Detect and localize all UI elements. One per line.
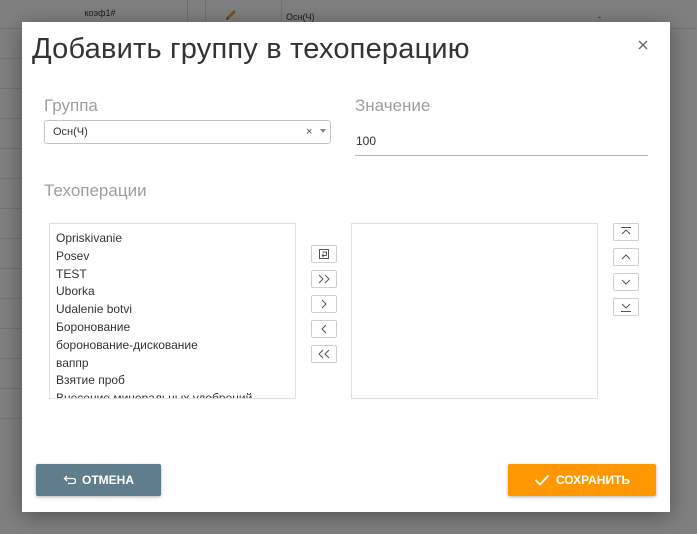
- group-label: Группа: [44, 96, 98, 115]
- reset-icon: [319, 249, 329, 259]
- list-item[interactable]: Opriskivanie: [56, 230, 252, 248]
- cancel-button-label: ОТМЕНА: [82, 473, 134, 487]
- selected-techops-list[interactable]: [351, 223, 598, 399]
- value-label: Значение: [355, 96, 431, 115]
- group-select[interactable]: Осн(Ч) ×: [44, 120, 331, 144]
- move-down-button[interactable]: [613, 273, 639, 291]
- move-top-button[interactable]: [613, 223, 639, 241]
- move-bottom-icon: [621, 303, 631, 312]
- available-techops-items: Opriskivanie Posev TEST Uborka Udalenie botv…: [56, 230, 252, 398]
- available-techops-list[interactable]: Opriskivanie Posev TEST Uborka Udalenie botv…: [49, 223, 296, 399]
- undo-arrow-icon: [63, 475, 77, 485]
- value-input[interactable]: [355, 126, 648, 156]
- list-item[interactable]: Внесение минеральных удобрений: [56, 390, 252, 398]
- move-top-icon: [621, 227, 631, 235]
- list-item[interactable]: Uborka: [56, 283, 252, 301]
- move-all-left-button[interactable]: [311, 345, 337, 363]
- clear-icon[interactable]: ×: [306, 127, 312, 138]
- list-item[interactable]: TEST: [56, 266, 252, 284]
- move-bottom-button[interactable]: [613, 298, 639, 316]
- check-icon: [534, 474, 550, 486]
- group-select-value: Осн(Ч): [53, 126, 88, 138]
- move-left-button[interactable]: [311, 320, 337, 338]
- add-group-dialog: Добавить группу в техоперацию Группа Осн…: [22, 22, 670, 512]
- list-item[interactable]: Posev: [56, 248, 252, 266]
- list-item[interactable]: ваппр: [56, 355, 252, 373]
- save-button-label: СОХРАНИТЬ: [555, 473, 631, 487]
- save-button[interactable]: СОХРАНИТЬ: [508, 464, 656, 496]
- list-item[interactable]: Взятие проб: [56, 372, 252, 390]
- list-item[interactable]: Udalenie botvi: [56, 301, 252, 319]
- move-up-button[interactable]: [613, 248, 639, 266]
- list-item[interactable]: боронование-дискование: [56, 337, 252, 355]
- close-icon[interactable]: [636, 38, 650, 52]
- dialog-title: Добавить группу в техоперацию: [32, 33, 470, 65]
- move-down-icon: [621, 279, 631, 285]
- chevron-down-icon[interactable]: [320, 129, 326, 133]
- move-all-left-icon: [318, 349, 330, 359]
- move-right-button[interactable]: [311, 295, 337, 313]
- cancel-button[interactable]: ОТМЕНА: [36, 464, 161, 496]
- move-right-icon: [321, 299, 327, 309]
- move-all-right-icon: [318, 274, 330, 284]
- move-left-icon: [321, 324, 327, 334]
- reset-button[interactable]: [311, 245, 337, 263]
- move-all-right-button[interactable]: [311, 270, 337, 288]
- list-item[interactable]: Боронование: [56, 319, 252, 337]
- techops-label: Техоперации: [44, 181, 147, 200]
- move-up-icon: [621, 254, 631, 260]
